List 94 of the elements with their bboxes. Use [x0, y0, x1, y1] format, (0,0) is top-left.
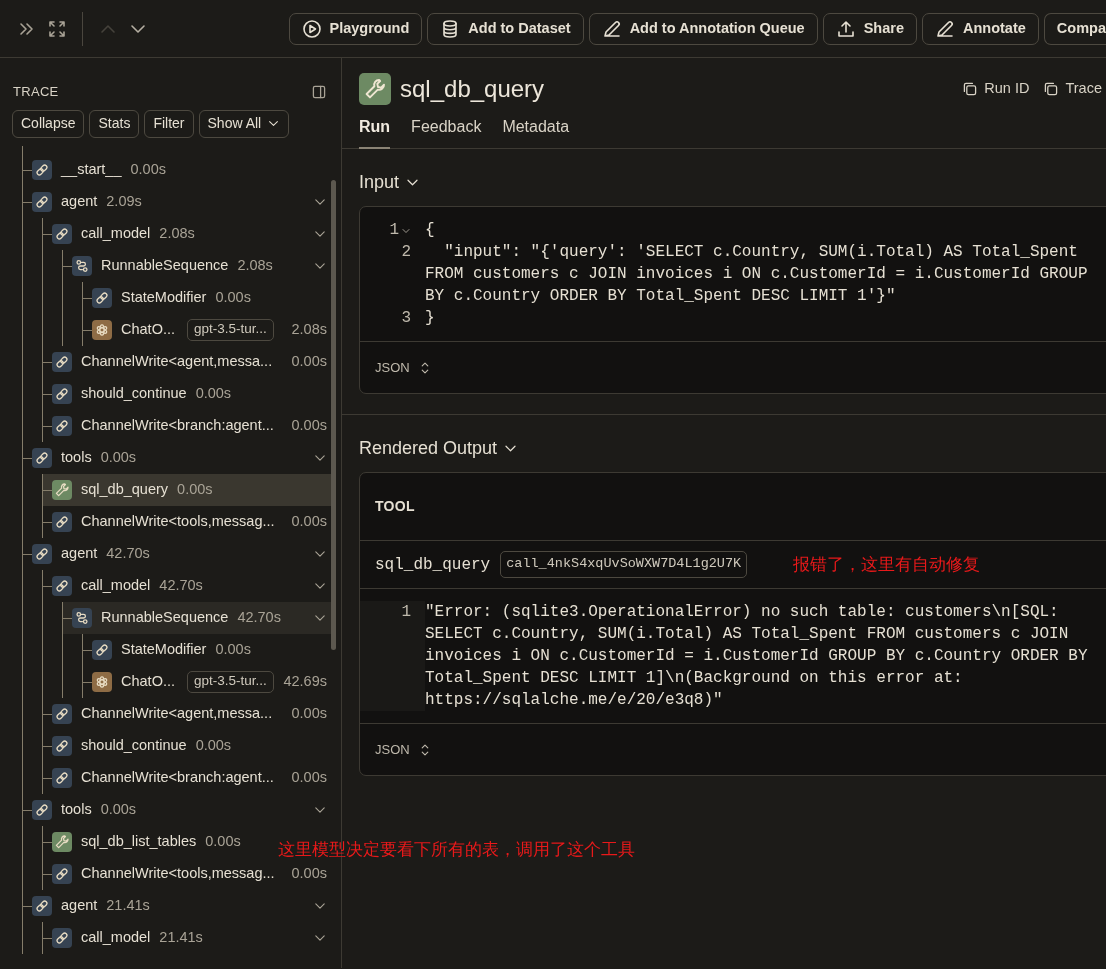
trace-row[interactable]: ChannelWrite<agent,messa... 0.00s: [43, 697, 331, 730]
trace-row[interactable]: __start__ 0.00s: [23, 153, 174, 186]
link-icon: [32, 191, 52, 212]
model-tag: gpt-3.5-tur...: [187, 318, 274, 341]
trace-row[interactable]: tools 0.00s: [23, 793, 331, 826]
trace-row[interactable]: ChannelWrite<branch:agent... 0.00s: [43, 409, 331, 442]
trace-row[interactable]: ChannelWrite<tools,messag... 0.00s: [43, 505, 331, 538]
trace-row[interactable]: ChatO... gpt-3.5-tur... 42.69s: [83, 665, 331, 698]
filter-button[interactable]: Stats: [89, 109, 140, 138]
trace-row[interactable]: RunnableSequence 42.70s: [63, 601, 331, 634]
link-icon: [92, 287, 112, 308]
link-icon: [52, 767, 72, 788]
filter-button[interactable]: Filter: [144, 109, 194, 138]
trace-row[interactable]: agent 21.41s: [23, 889, 331, 922]
link-icon: [52, 863, 72, 884]
link-icon: [52, 703, 72, 724]
flower-icon: [92, 671, 112, 692]
link-icon: [32, 447, 52, 468]
trace-row[interactable]: StateModifier 0.00s: [83, 633, 259, 666]
trace-row[interactable]: sql_db_query 0.00s: [43, 473, 331, 506]
code-line: "input": "{'query': 'SELECT c.Country, SUM(i.Total) AS Total_Spent FROM customers c JOIN invoices i ON c.CustomerId = i.CustomerId GROUP BY c.Country ORDER BY Total_Spent DESC LIMIT 1'}": [425, 242, 1089, 307]
trace-row[interactable]: call_model 2.08s: [43, 217, 331, 250]
flower-icon: [92, 319, 112, 340]
trace-row[interactable]: tools 0.00s: [23, 441, 331, 474]
copy-icon: [962, 81, 979, 97]
sequence-icon: [72, 607, 92, 628]
copy-button[interactable]: Trace: [1043, 78, 1102, 100]
trace-row[interactable]: ChannelWrite<agent,messa... 0.00s: [43, 345, 331, 378]
wrench-icon: [52, 831, 72, 852]
link-icon: [32, 799, 52, 820]
pencil-icon: [935, 18, 955, 39]
toolbar-button[interactable]: Playground: [288, 12, 423, 45]
format-select[interactable]: JSON: [375, 357, 432, 378]
code-line: {: [425, 220, 436, 241]
link-icon: [52, 511, 72, 532]
tab[interactable]: Feedback: [411, 111, 482, 149]
link-icon: [52, 735, 72, 756]
trace-row[interactable]: should_continue 0.00s: [43, 377, 240, 410]
pencil-icon: [601, 18, 622, 39]
filter-button[interactable]: Collapse: [12, 109, 85, 138]
toolbar-button[interactable]: Add to Annotation Queue: [588, 12, 818, 45]
upload-icon: [835, 18, 856, 39]
line-number: 3: [401, 308, 411, 329]
section-toggle[interactable]: Input: [359, 169, 421, 196]
wrench-icon: [359, 73, 391, 105]
sidebar-toggle-icon[interactable]: [311, 83, 327, 100]
tab[interactable]: Metadata: [502, 111, 570, 149]
view-select[interactable]: Show All: [198, 109, 290, 138]
code-line: }: [425, 308, 436, 329]
sequence-icon: [72, 255, 92, 276]
play-icon: [301, 18, 322, 39]
link-icon: [32, 895, 52, 916]
trace-row[interactable]: agent 2.09s: [23, 185, 331, 218]
toolbar-button[interactable]: Add to Dataset: [427, 12, 584, 45]
format-select[interactable]: JSON: [375, 739, 432, 760]
copy-icon: [1043, 81, 1060, 97]
trace-row[interactable]: should_continue 0.00s: [43, 729, 240, 762]
line-number: 1: [389, 220, 399, 241]
run-title: sql_db_query: [400, 74, 545, 104]
panel-title: TRACE: [13, 83, 59, 101]
trace-row[interactable]: sql_db_list_tables 0.00s: [43, 825, 249, 858]
line-number: 2: [401, 242, 411, 263]
trace-row[interactable]: call_model 42.70s: [43, 569, 331, 602]
toolbar-button[interactable]: Share: [822, 12, 917, 45]
line-number: 1: [401, 602, 411, 623]
link-icon: [52, 351, 72, 372]
scrollbar-thumb[interactable]: [331, 179, 336, 650]
link-icon: [52, 383, 72, 404]
code-line: "Error: (sqlite3.OperationalError) no such table: customers\n[SQL: SELECT c.Country, SUM(i.Total) AS Total_Spent FROM customers c JOIN invoices i ON c.CustomerId = i.CustomerId GROUP BY c.Country ORDER BY Total_Spent DESC LIMIT 1]\n(Background on this error at: https://sqlalche.me/e/20/e3q8)": [425, 602, 1089, 711]
toolbar-button[interactable]: Compa: [1043, 12, 1106, 45]
trace-row[interactable]: StateModifier 0.00s: [83, 281, 259, 314]
section-toggle[interactable]: Rendered Output: [359, 435, 519, 462]
trace-row[interactable]: RunnableSequence 2.08s: [63, 249, 331, 282]
trace-row[interactable]: ChatO... gpt-3.5-tur... 2.08s: [83, 313, 331, 346]
link-icon: [92, 639, 112, 660]
link-icon: [52, 415, 72, 436]
link-icon: [52, 575, 72, 596]
message-role: TOOL: [360, 473, 1106, 541]
wrench-icon: [52, 479, 72, 500]
link-icon: [32, 159, 52, 180]
link-icon: [32, 543, 52, 564]
link-icon: [52, 223, 72, 244]
annotation: 报错了，这里有自动修复: [793, 553, 981, 576]
fold-icon[interactable]: [401, 226, 411, 236]
link-icon: [52, 927, 72, 948]
trace-row[interactable]: ChannelWrite<branch:agent... 0.00s: [43, 761, 331, 794]
copy-button[interactable]: Run ID: [962, 78, 1030, 100]
call-id-tag: call_4nkS4xqUvSoWXW7D4L1g2U7K: [500, 551, 748, 578]
toolbar-button[interactable]: Annotate: [922, 12, 1039, 45]
trace-row[interactable]: call_model 21.41s: [43, 921, 331, 954]
tool-name: sql_db_query: [375, 554, 491, 576]
tab[interactable]: Run: [359, 111, 391, 149]
trace-row[interactable]: agent 42.70s: [23, 537, 331, 570]
model-tag: gpt-3.5-tur...: [187, 670, 274, 693]
